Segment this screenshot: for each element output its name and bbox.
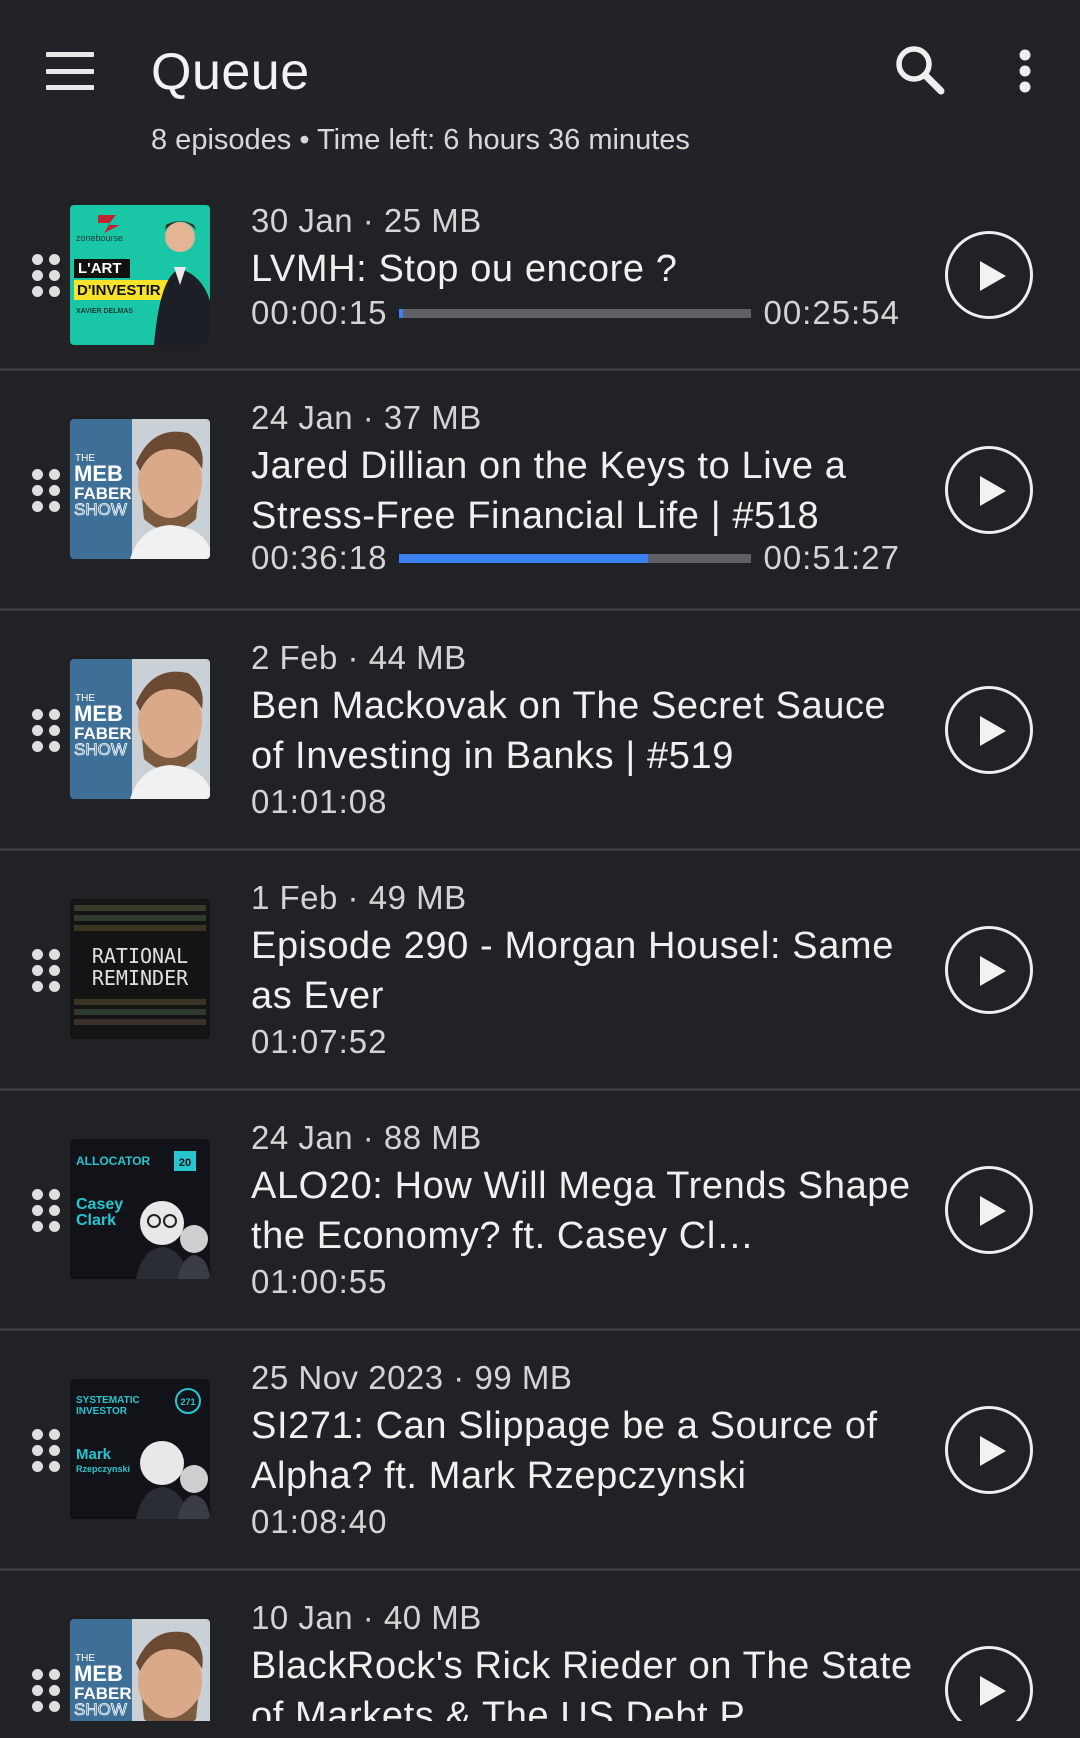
svg-text:MEB: MEB bbox=[74, 461, 123, 486]
play-icon bbox=[980, 956, 1006, 986]
episode-duration: 01:00:55 bbox=[251, 1263, 388, 1300]
play-button[interactable] bbox=[945, 1406, 1033, 1494]
play-button[interactable] bbox=[945, 686, 1033, 774]
episode-meta: 25 Nov 2023 · 99 MB bbox=[251, 1359, 573, 1396]
drag-handle-icon[interactable] bbox=[32, 469, 60, 513]
play-button[interactable] bbox=[945, 1646, 1033, 1721]
svg-text:Clark: Clark bbox=[76, 1212, 116, 1229]
playback-position: 00:00:15 bbox=[251, 294, 388, 331]
svg-text:MEB: MEB bbox=[74, 701, 123, 726]
episode-duration: 00:51:27 bbox=[763, 539, 900, 576]
svg-text:zonebourse: zonebourse bbox=[76, 233, 123, 243]
svg-text:ALLOCATOR: ALLOCATOR bbox=[76, 1154, 151, 1168]
playback-position: 00:36:18 bbox=[251, 539, 388, 576]
progress-bar-fill bbox=[399, 308, 403, 318]
episode-meta: 2 Feb · 44 MB bbox=[251, 639, 467, 676]
play-button[interactable] bbox=[945, 1166, 1033, 1254]
drag-handle-icon[interactable] bbox=[32, 1189, 60, 1233]
episode-cover-art: THE MEB FABER SHOW bbox=[70, 659, 210, 799]
queue-item[interactable]: zonebourse L'ART D'INVESTIR XAVIER DELMA… bbox=[0, 180, 1080, 371]
queue-list: zonebourse L'ART D'INVESTIR XAVIER DELMA… bbox=[0, 180, 1080, 1721]
svg-text:L'ART: L'ART bbox=[78, 260, 122, 277]
more-vert-icon[interactable] bbox=[1000, 42, 1050, 102]
episode-duration: 00:25:54 bbox=[763, 294, 900, 331]
drag-handle-icon[interactable] bbox=[32, 709, 60, 753]
progress-bar bbox=[399, 308, 752, 318]
svg-text:REMINDER: REMINDER bbox=[92, 966, 189, 990]
episode-meta: 30 Jan · 25 MB bbox=[251, 202, 482, 239]
svg-text:D'INVESTIR: D'INVESTIR bbox=[77, 282, 161, 299]
svg-text:SHOW: SHOW bbox=[74, 500, 127, 519]
episode-duration: 01:01:08 bbox=[251, 783, 388, 820]
play-icon bbox=[980, 476, 1006, 506]
play-button[interactable] bbox=[945, 231, 1033, 319]
episode-cover-art: zonebourse L'ART D'INVESTIR XAVIER DELMA… bbox=[70, 205, 210, 345]
svg-text:271: 271 bbox=[180, 1397, 195, 1407]
episode-cover-art: ALLOCATOR 20 Casey Clark bbox=[70, 1139, 210, 1279]
svg-text:Mark: Mark bbox=[76, 1446, 112, 1463]
episode-cover-art: RATIONAL REMINDER bbox=[70, 899, 210, 1039]
svg-text:20: 20 bbox=[179, 1157, 191, 1169]
play-button[interactable] bbox=[945, 926, 1033, 1014]
svg-text:SHOW: SHOW bbox=[74, 1700, 127, 1719]
queue-item[interactable]: RATIONAL REMINDER 1 Feb · 49 MB Episode … bbox=[0, 851, 1080, 1091]
queue-item[interactable]: THE MEB FABER SHOW 2 Feb · 44 MB Ben Mac… bbox=[0, 611, 1080, 851]
drag-handle-icon[interactable] bbox=[32, 254, 60, 298]
episode-meta: 24 Jan · 88 MB bbox=[251, 1119, 482, 1156]
episode-meta: 24 Jan · 37 MB bbox=[251, 399, 482, 436]
svg-text:Casey: Casey bbox=[76, 1196, 123, 1213]
episode-progress: 00:00:15 00:25:54 bbox=[251, 293, 911, 333]
play-button[interactable] bbox=[945, 446, 1033, 534]
episode-duration: 01:08:40 bbox=[251, 1503, 388, 1540]
episode-meta: 1 Feb · 49 MB bbox=[251, 879, 467, 916]
queue-summary: 8 episodes • Time left: 6 hours 36 minut… bbox=[151, 124, 690, 156]
svg-text:SHOW: SHOW bbox=[74, 740, 127, 759]
episode-cover-art: SYSTEMATIC INVESTOR 271 Mark Rzepczynski bbox=[70, 1379, 210, 1519]
play-icon bbox=[980, 1196, 1006, 1226]
episode-title: Ben Mackovak on The Secret Sauce of Inve… bbox=[251, 685, 887, 777]
episode-progress: 00:36:18 00:51:27 bbox=[251, 538, 911, 578]
top-app-bar: Queue 8 episodes • Time left: 6 hours 36… bbox=[0, 0, 1080, 180]
svg-text:SYSTEMATIC: SYSTEMATIC bbox=[76, 1395, 140, 1406]
progress-bar bbox=[399, 553, 752, 563]
episode-title: BlackRock's Rick Rieder on The State of … bbox=[251, 1645, 913, 1721]
drag-handle-icon[interactable] bbox=[32, 1669, 60, 1713]
queue-item[interactable]: THE MEB FABER SHOW 10 Jan · 40 MB BlackR… bbox=[0, 1571, 1080, 1721]
episode-title: LVMH: Stop ou encore ? bbox=[251, 248, 678, 290]
episode-title: Jared Dillian on the Keys to Live a Stre… bbox=[251, 445, 847, 537]
episode-cover-art: THE MEB FABER SHOW bbox=[70, 419, 210, 559]
play-icon bbox=[980, 1676, 1006, 1706]
progress-bar-fill bbox=[399, 553, 648, 563]
page-title: Queue bbox=[151, 43, 310, 101]
svg-text:Rzepczynski: Rzepczynski bbox=[76, 1464, 130, 1474]
svg-text:XAVIER DELMAS: XAVIER DELMAS bbox=[76, 308, 133, 315]
drag-handle-icon[interactable] bbox=[32, 1429, 60, 1473]
queue-item[interactable]: THE MEB FABER SHOW 24 Jan · 37 MB Jared … bbox=[0, 371, 1080, 611]
episode-title: SI271: Can Slippage be a Source of Alpha… bbox=[251, 1405, 878, 1497]
svg-text:RATIONAL: RATIONAL bbox=[92, 944, 188, 968]
drag-handle-icon[interactable] bbox=[32, 949, 60, 993]
play-icon bbox=[980, 261, 1006, 291]
queue-item[interactable]: ALLOCATOR 20 Casey Clark 24 Jan · 88 MB … bbox=[0, 1091, 1080, 1331]
episode-meta: 10 Jan · 40 MB bbox=[251, 1599, 482, 1636]
episode-cover-art: THE MEB FABER SHOW bbox=[70, 1619, 210, 1721]
svg-text:MEB: MEB bbox=[74, 1661, 123, 1686]
play-icon bbox=[980, 716, 1006, 746]
search-icon[interactable] bbox=[890, 40, 950, 100]
episode-duration: 01:07:52 bbox=[251, 1023, 388, 1060]
svg-text:INVESTOR: INVESTOR bbox=[76, 1406, 128, 1417]
menu-icon[interactable] bbox=[38, 44, 102, 98]
play-icon bbox=[980, 1436, 1006, 1466]
episode-title: ALO20: How Will Mega Trends Shape the Ec… bbox=[251, 1165, 911, 1257]
queue-item[interactable]: SYSTEMATIC INVESTOR 271 Mark Rzepczynski… bbox=[0, 1331, 1080, 1571]
episode-title: Episode 290 - Morgan Housel: Same as Eve… bbox=[251, 925, 894, 1017]
